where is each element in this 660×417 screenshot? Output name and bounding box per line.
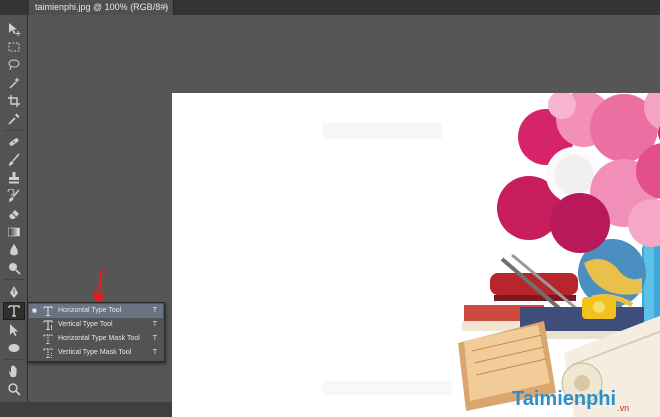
horizontal-type-icon <box>43 306 53 316</box>
blur-tool-icon[interactable] <box>3 241 25 259</box>
watermark-logo: Taimienphi .vn <box>512 381 660 417</box>
menu-item-shortcut: T <box>152 307 157 314</box>
document-tab[interactable]: taimienphi.jpg @ 100% (RGB/8#) × <box>29 0 174 15</box>
clone-stamp-tool-icon[interactable] <box>3 169 25 187</box>
eyedropper-tool-icon[interactable] <box>3 110 25 128</box>
menu-item-horizontal-type-mask-tool[interactable]: Horizontal Type Mask Tool T <box>29 332 163 346</box>
toolbar-divider <box>4 130 24 131</box>
rectangle-tool-icon[interactable] <box>3 339 25 357</box>
horizontal-type-mask-icon <box>43 334 53 344</box>
hand-tool-icon[interactable] <box>3 362 25 380</box>
lasso-tool-icon[interactable] <box>3 56 25 74</box>
vertical-type-mask-icon <box>43 348 53 358</box>
dodge-tool-icon[interactable] <box>3 259 25 277</box>
menu-item-label: Vertical Type Tool <box>58 321 113 328</box>
magic-wand-tool-icon[interactable] <box>3 74 25 92</box>
menu-item-horizontal-type-tool[interactable]: ■ Horizontal Type Tool T <box>29 304 163 318</box>
watermark-suffix: .vn <box>617 403 630 413</box>
marquee-tool-icon[interactable] <box>3 38 25 56</box>
image-canvas[interactable]: Taimienphi .vn <box>172 93 660 417</box>
watermark-brand: Taimienphi <box>512 387 617 410</box>
gradient-tool-icon[interactable] <box>3 223 25 241</box>
menu-item-shortcut: T <box>152 335 157 342</box>
type-tool-flyout-menu: ■ Horizontal Type Tool T Vertical Type T… <box>27 302 165 362</box>
document-tab-title: taimienphi.jpg @ 100% (RGB/8#) <box>35 2 169 12</box>
menu-item-label: Vertical Type Mask Tool <box>58 349 132 356</box>
type-tool-icon[interactable] <box>3 302 25 320</box>
menu-item-shortcut: T <box>152 321 157 328</box>
close-icon[interactable]: × <box>163 0 168 15</box>
healing-brush-tool-icon[interactable] <box>3 133 25 151</box>
crop-tool-icon[interactable] <box>3 92 25 110</box>
menu-item-label: Horizontal Type Mask Tool <box>58 335 140 342</box>
zoom-tool-icon[interactable] <box>3 380 25 398</box>
move-tool-icon[interactable] <box>3 20 25 38</box>
selected-bullet-icon: ■ <box>32 306 37 315</box>
toolbar-divider <box>4 279 24 280</box>
menu-item-label: Horizontal Type Tool <box>58 307 122 314</box>
vertical-type-icon <box>43 320 53 330</box>
brush-tool-icon[interactable] <box>3 151 25 169</box>
menu-item-shortcut: T <box>152 349 157 356</box>
menu-item-vertical-type-tool[interactable]: Vertical Type Tool T <box>29 318 163 332</box>
eraser-tool-icon[interactable] <box>3 205 25 223</box>
menu-item-vertical-type-mask-tool[interactable]: Vertical Type Mask Tool T <box>29 346 163 360</box>
history-brush-tool-icon[interactable] <box>3 187 25 205</box>
document-tab-bar: taimienphi.jpg @ 100% (RGB/8#) × <box>0 0 660 16</box>
path-selection-tool-icon[interactable] <box>3 321 25 339</box>
toolbar-divider <box>4 359 24 360</box>
flowers-books-photo <box>322 93 660 417</box>
tools-panel <box>0 15 28 402</box>
pen-tool-icon[interactable] <box>3 283 25 301</box>
